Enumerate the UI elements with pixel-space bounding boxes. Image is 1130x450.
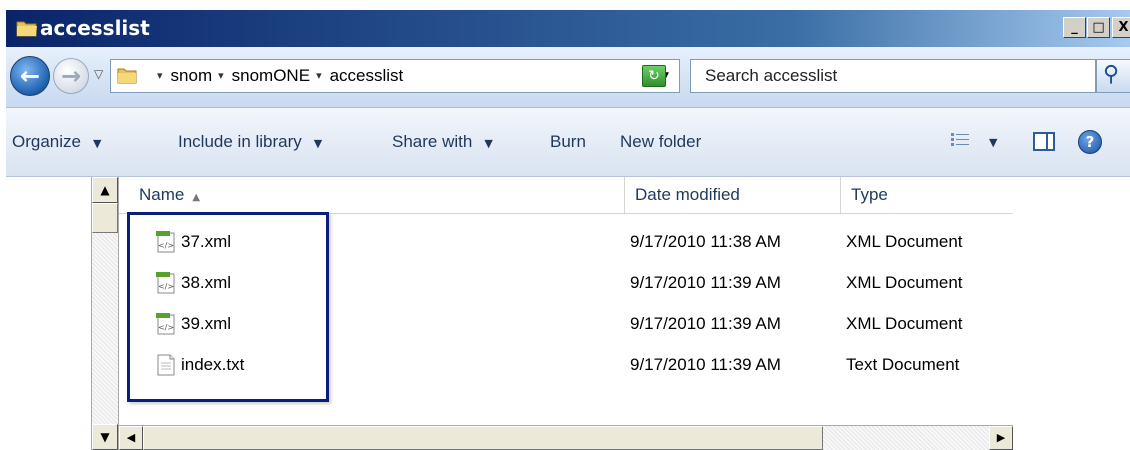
column-header-label: Date modified	[635, 185, 740, 204]
file-date-modified: 9/17/2010 11:39 AM	[630, 314, 781, 333]
column-header-label: Name	[139, 185, 185, 204]
column-header-name[interactable]: Name ▲	[119, 177, 624, 213]
file-date-modified: 9/17/2010 11:39 AM	[630, 355, 781, 374]
title-bar[interactable]: accesslist _ □ X	[6, 10, 1130, 47]
scroll-up-button[interactable]: ▲	[92, 177, 118, 203]
refresh-icon: ↻	[648, 68, 660, 84]
file-type: XML Document	[846, 232, 963, 251]
arrow-left-icon: ◀	[126, 431, 136, 444]
change-view-icon[interactable]	[951, 132, 969, 148]
search-button[interactable]: ⚲	[1096, 59, 1130, 93]
sort-ascending-icon: ▲	[192, 192, 201, 203]
new-folder-button[interactable]: New folder	[620, 132, 701, 152]
breadcrumb-separator-icon[interactable]: ▾	[218, 60, 224, 92]
share-with-button[interactable]: Share with ▼	[392, 132, 493, 152]
horizontal-scroll-thumb[interactable]	[143, 426, 823, 450]
arrow-right-icon: ▶	[996, 431, 1006, 444]
breadcrumb-separator-icon[interactable]: ▾	[316, 60, 322, 92]
selection-highlight-box	[127, 212, 329, 402]
breadcrumb-item[interactable]: accesslist	[330, 60, 404, 92]
burn-label: Burn	[550, 132, 586, 151]
navigation-bar: ← → ▽ ▾ snom ▾ snomONE ▾ accesslist ▼ ↻	[6, 47, 1130, 108]
forward-arrow-icon: →	[60, 62, 82, 90]
horizontal-scrollbar[interactable]: ◀ ▶	[119, 425, 1013, 450]
file-type: XML Document	[846, 314, 963, 333]
close-icon: X	[1118, 20, 1129, 35]
folder-icon	[117, 68, 137, 84]
column-header-date-modified[interactable]: Date modified	[624, 177, 820, 213]
explorer-window: accesslist _ □ X ← → ▽ ▾ snom ▾ snomONE …	[0, 0, 1130, 450]
chevron-down-icon: ▼	[484, 137, 493, 150]
help-icon: ?	[1085, 133, 1095, 151]
arrow-up-icon: ▲	[100, 183, 110, 197]
vertical-scrollbar[interactable]: ▲ ▼	[91, 177, 119, 450]
column-header-row: Name ▲ Date modified Type	[119, 177, 1013, 214]
help-button[interactable]: ?	[1078, 130, 1102, 154]
search-input[interactable]: Search accesslist	[690, 59, 1096, 93]
maximize-button[interactable]: □	[1087, 17, 1110, 38]
window-title: accesslist	[40, 16, 150, 40]
breadcrumb-item[interactable]: snom	[171, 60, 213, 92]
scroll-left-button[interactable]: ◀	[119, 426, 143, 450]
file-date-modified: 9/17/2010 11:39 AM	[630, 273, 781, 292]
forward-button[interactable]: →	[53, 58, 89, 94]
refresh-button[interactable]: ↻	[642, 65, 666, 87]
breadcrumb-item[interactable]: snomONE	[232, 60, 310, 92]
back-arrow-icon: ←	[19, 62, 41, 90]
share-with-label: Share with	[392, 132, 473, 151]
organize-label: Organize	[12, 132, 81, 151]
file-date-modified: 9/17/2010 11:38 AM	[630, 232, 781, 251]
scroll-thumb[interactable]	[92, 203, 118, 233]
file-list-pane: ▲ ▼ Name ▲ Date modified Type </> 37.xml …	[6, 177, 1130, 450]
scroll-right-button[interactable]: ▶	[989, 426, 1013, 450]
arrow-down-icon: ▼	[100, 430, 110, 444]
maximize-icon: □	[1092, 20, 1105, 35]
file-type: Text Document	[846, 355, 960, 374]
scroll-down-button[interactable]: ▼	[92, 424, 118, 450]
back-button[interactable]: ←	[10, 56, 50, 96]
command-toolbar: Organize ▼ Include in library ▼ Share with…	[6, 108, 1130, 177]
preview-pane-icon[interactable]	[1033, 132, 1055, 151]
minimize-button[interactable]: _	[1063, 17, 1086, 38]
search-placeholder: Search accesslist	[705, 66, 838, 85]
minimize-icon: _	[1071, 20, 1078, 35]
breadcrumb: ▾ snom ▾ snomONE ▾ accesslist	[151, 60, 403, 92]
recent-pages-dropdown[interactable]: ▽	[94, 67, 103, 81]
view-options-dropdown-icon[interactable]: ▼	[989, 136, 997, 149]
new-folder-label: New folder	[620, 132, 702, 151]
column-header-label: Type	[851, 185, 888, 204]
include-in-library-label: Include in library	[178, 132, 302, 151]
address-bar[interactable]: ▾ snom ▾ snomONE ▾ accesslist ▼	[110, 59, 680, 93]
search-icon: ⚲	[1103, 62, 1120, 87]
burn-button[interactable]: Burn	[550, 132, 586, 152]
breadcrumb-separator-icon[interactable]: ▾	[157, 60, 163, 92]
chevron-down-icon: ▼	[313, 137, 323, 150]
file-type: XML Document	[846, 273, 963, 292]
column-header-type[interactable]: Type	[840, 177, 1013, 213]
chevron-down-icon: ▼	[92, 137, 102, 150]
include-in-library-button[interactable]: Include in library ▼	[178, 132, 322, 152]
organize-button[interactable]: Organize ▼	[12, 132, 101, 152]
folder-icon	[16, 21, 37, 37]
close-button[interactable]: X	[1112, 17, 1130, 38]
